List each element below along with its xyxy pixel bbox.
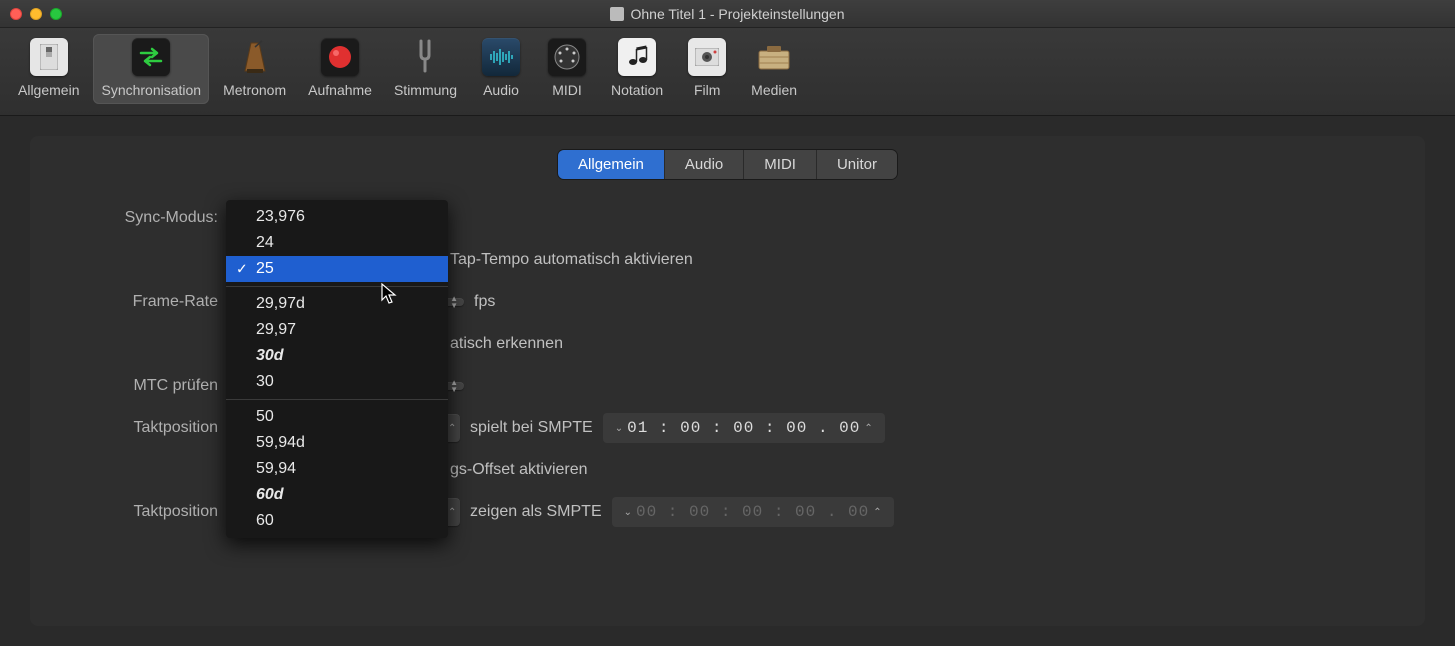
chevron-up-icon[interactable]: ⌃ bbox=[860, 423, 876, 434]
dropdown-item-label: 30d bbox=[256, 347, 284, 364]
audio-icon bbox=[482, 38, 520, 76]
dropdown-item[interactable]: 30 bbox=[226, 369, 448, 395]
smpte-value-2: 00 : 00 : 00 : 00 . 00 bbox=[636, 503, 869, 521]
toolbar: Allgemein Synchronisation Metronom Aufna… bbox=[0, 28, 1455, 116]
chevron-down-icon[interactable]: ⌄ bbox=[611, 423, 627, 434]
fps-text: fps bbox=[464, 293, 495, 311]
dropdown-item[interactable]: 23,976 bbox=[226, 204, 448, 230]
dropdown-item[interactable]: 60d bbox=[226, 482, 448, 508]
dropdown-item[interactable]: 30d bbox=[226, 343, 448, 369]
dropdown-item-label: 59,94 bbox=[256, 460, 296, 477]
toolbar-item-general[interactable]: Allgemein bbox=[10, 34, 87, 104]
dropdown-separator bbox=[226, 399, 448, 400]
show-smpte-text: zeigen als SMPTE bbox=[460, 503, 602, 521]
dropdown-item[interactable]: 29,97 bbox=[226, 317, 448, 343]
dropdown-item[interactable]: 50 bbox=[226, 404, 448, 430]
chevron-up-icon[interactable]: ⌃ bbox=[869, 507, 885, 518]
toolbar-label: Film bbox=[694, 82, 720, 98]
sync-icon bbox=[132, 38, 170, 76]
offset-text: gs-Offset aktivieren bbox=[440, 461, 588, 479]
toolbar-label: Aufnahme bbox=[308, 82, 372, 98]
toolbar-item-audio[interactable]: Audio bbox=[471, 34, 531, 104]
media-icon bbox=[755, 38, 793, 76]
smpte-value: 01 : 00 : 00 : 00 . 00 bbox=[627, 419, 860, 437]
dropdown-item[interactable]: 29,97d bbox=[226, 291, 448, 317]
window-title: Ohne Titel 1 - Projekteinstellungen bbox=[0, 6, 1455, 22]
toolbar-item-notation[interactable]: Notation bbox=[603, 34, 671, 104]
select-arrows-icon: ▲▼ bbox=[450, 379, 458, 393]
dropdown-item-label: 24 bbox=[256, 234, 274, 251]
toolbar-label: Notation bbox=[611, 82, 663, 98]
mtc-check-label: MTC prüfen bbox=[70, 377, 230, 395]
toolbar-label: Stimmung bbox=[394, 82, 457, 98]
tab-unitor[interactable]: Unitor bbox=[817, 150, 897, 179]
document-icon bbox=[610, 7, 624, 21]
bar-position-label: Taktposition bbox=[70, 419, 230, 437]
dropdown-item[interactable]: 59,94d bbox=[226, 430, 448, 456]
tab-audio[interactable]: Audio bbox=[665, 150, 744, 179]
tuning-fork-icon bbox=[406, 38, 444, 76]
settings-panel: Allgemein Audio MIDI Unitor Sync-Modus: … bbox=[30, 136, 1425, 626]
dropdown-item-label: 25 bbox=[256, 260, 274, 277]
dropdown-item-label: 30 bbox=[256, 373, 274, 390]
titlebar: Ohne Titel 1 - Projekteinstellungen bbox=[0, 0, 1455, 28]
dropdown-item-label: 23,976 bbox=[256, 208, 305, 225]
sync-mode-label: Sync-Modus: bbox=[70, 209, 230, 227]
tab-midi[interactable]: MIDI bbox=[744, 150, 817, 179]
content-area: Allgemein Audio MIDI Unitor Sync-Modus: … bbox=[0, 116, 1455, 646]
auto-detect-text: atisch erkennen bbox=[440, 335, 563, 353]
metronome-icon bbox=[236, 38, 274, 76]
dropdown-item-label: 29,97d bbox=[256, 295, 305, 312]
toolbar-label: Metronom bbox=[223, 82, 286, 98]
toolbar-label: Medien bbox=[751, 82, 797, 98]
plays-smpte-text: spielt bei SMPTE bbox=[460, 419, 593, 437]
tap-tempo-text: Tap-Tempo automatisch aktivieren bbox=[440, 251, 693, 269]
record-icon bbox=[321, 38, 359, 76]
notation-icon bbox=[618, 38, 656, 76]
dropdown-item-label: 50 bbox=[256, 408, 274, 425]
select-arrows-icon: ▲▼ bbox=[450, 295, 458, 309]
smpte-field-2[interactable]: ⌄ 00 : 00 : 00 : 00 . 00 ⌃ bbox=[612, 497, 894, 527]
toolbar-label: Allgemein bbox=[18, 82, 79, 98]
chevron-down-icon[interactable]: ⌄ bbox=[620, 507, 636, 518]
window-title-text: Ohne Titel 1 - Projekteinstellungen bbox=[630, 6, 844, 22]
toolbar-label: MIDI bbox=[552, 82, 582, 98]
dropdown-item-label: 60d bbox=[256, 486, 284, 503]
toolbar-item-metronome[interactable]: Metronom bbox=[215, 34, 294, 104]
frame-rate-label: Frame-Rate bbox=[70, 293, 230, 311]
check-icon: ✓ bbox=[236, 261, 248, 278]
dropdown-item[interactable]: 59,94 bbox=[226, 456, 448, 482]
smpte-field[interactable]: ⌄ 01 : 00 : 00 : 00 . 00 ⌃ bbox=[603, 413, 885, 443]
tab-row: Allgemein Audio MIDI Unitor bbox=[70, 150, 1385, 179]
segmented-tabs: Allgemein Audio MIDI Unitor bbox=[558, 150, 897, 179]
frame-rate-dropdown[interactable]: 23,976 24 ✓ 25 29,97d 29,97 30d 30 50 59,94d 59,94… bbox=[226, 200, 448, 538]
dropdown-item[interactable]: ✓ 25 bbox=[226, 256, 448, 282]
toolbar-item-media[interactable]: Medien bbox=[743, 34, 805, 104]
toolbar-item-midi[interactable]: MIDI bbox=[537, 34, 597, 104]
midi-icon bbox=[548, 38, 586, 76]
toolbar-item-film[interactable]: Film bbox=[677, 34, 737, 104]
tab-general[interactable]: Allgemein bbox=[558, 150, 665, 179]
toolbar-label: Synchronisation bbox=[101, 82, 201, 98]
dropdown-separator bbox=[226, 286, 448, 287]
dropdown-item-label: 60 bbox=[256, 512, 274, 529]
toolbar-item-record[interactable]: Aufnahme bbox=[300, 34, 380, 104]
film-icon bbox=[688, 38, 726, 76]
toolbar-item-sync[interactable]: Synchronisation bbox=[93, 34, 209, 104]
dropdown-item[interactable]: 24 bbox=[226, 230, 448, 256]
toolbar-item-tuning[interactable]: Stimmung bbox=[386, 34, 465, 104]
toolbar-label: Audio bbox=[483, 82, 519, 98]
dropdown-item[interactable]: 60 bbox=[226, 508, 448, 534]
dropdown-item-label: 59,94d bbox=[256, 434, 305, 451]
general-icon bbox=[30, 38, 68, 76]
bar-position-label-2: Taktposition bbox=[70, 503, 230, 521]
dropdown-item-label: 29,97 bbox=[256, 321, 296, 338]
